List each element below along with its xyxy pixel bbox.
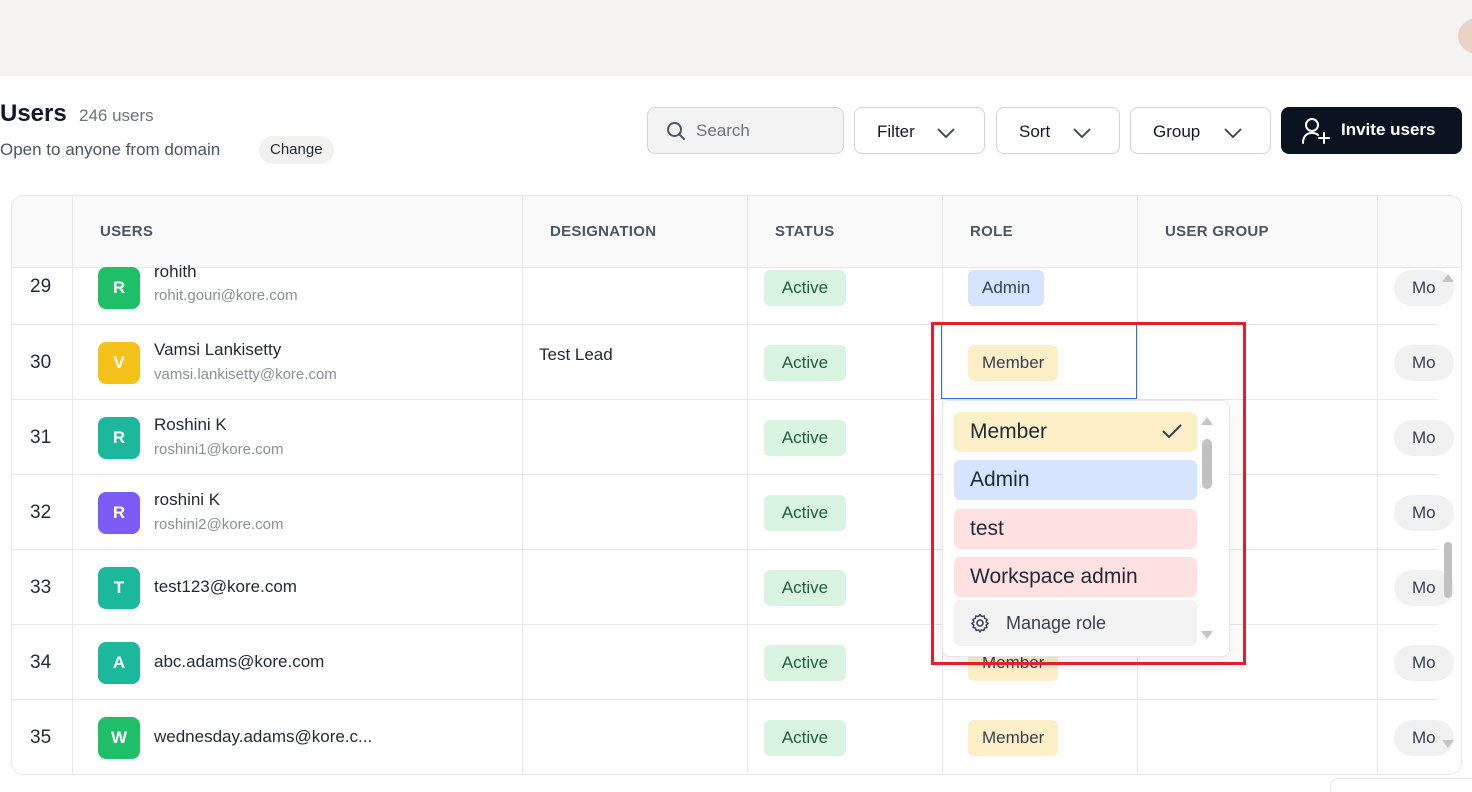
row-number: 34	[30, 652, 52, 673]
user-name: Vamsi Lankisetty	[154, 340, 282, 359]
user-name: test123@kore.com	[154, 577, 297, 596]
dropdown-scrollbar[interactable]	[1199, 415, 1215, 645]
user-email: rohit.gouri@kore.com	[154, 287, 298, 304]
column-header-designation[interactable]: DESIGNATION	[550, 223, 656, 240]
status-badge: Active	[764, 420, 846, 456]
bottom-panel-edge	[1330, 778, 1472, 792]
avatar: R	[98, 267, 140, 309]
top-bar	[0, 0, 1472, 76]
check-icon	[1162, 424, 1182, 439]
scroll-up-icon[interactable]	[1201, 417, 1213, 425]
user-name: Roshini K	[154, 415, 227, 434]
page-title: Users	[0, 100, 67, 127]
avatar: R	[98, 492, 140, 534]
table-scrollbar[interactable]	[1440, 270, 1456, 756]
row-number: 30	[30, 352, 52, 373]
avatar: R	[98, 417, 140, 459]
domain-access-text: Open to anyone from domain	[0, 140, 221, 159]
invite-users-label: Invite users	[1341, 120, 1436, 139]
users-table: USERS DESIGNATION STATUS ROLE USER GROUP…	[11, 195, 1462, 775]
table-row[interactable]: 35 W wednesday.adams@kore.c... Active Me…	[12, 700, 1454, 774]
row-number: 29	[30, 276, 52, 297]
status-badge: Active	[764, 720, 846, 756]
user-name: abc.adams@kore.com	[154, 652, 325, 671]
avatar: T	[98, 567, 140, 609]
row-number: 33	[30, 577, 52, 598]
user-email: roshini1@kore.com	[154, 441, 284, 458]
group-label: Group	[1153, 122, 1201, 141]
scroll-down-icon[interactable]	[1201, 631, 1213, 639]
chevron-down-icon	[1073, 128, 1091, 138]
scroll-down-icon[interactable]	[1442, 740, 1454, 748]
selected-role-cell[interactable]	[941, 323, 1137, 399]
profile-avatar[interactable]	[1458, 18, 1472, 54]
row-number: 32	[30, 502, 52, 523]
chevron-down-icon	[1224, 128, 1242, 138]
row-number: 31	[30, 427, 52, 448]
role-option-label: Workspace admin	[970, 565, 1138, 588]
row-number: 35	[30, 727, 52, 748]
table-row[interactable]: 29 R rohith rohit.gouri@kore.com Active …	[12, 250, 1454, 325]
group-button[interactable]: Group	[1130, 107, 1271, 154]
role-option-label: test	[970, 517, 1004, 540]
manage-role-button[interactable]: Manage role	[954, 600, 1197, 646]
change-domain-button[interactable]: Change	[259, 136, 334, 164]
search-input[interactable]: Search	[647, 107, 844, 154]
status-badge: Active	[764, 570, 846, 606]
search-icon	[667, 122, 685, 140]
avatar: A	[98, 642, 140, 684]
column-header-users[interactable]: USERS	[100, 223, 153, 240]
avatar: W	[98, 717, 140, 759]
role-option-label: Member	[970, 420, 1048, 443]
column-header-user-group[interactable]: USER GROUP	[1165, 223, 1269, 240]
user-plus-icon	[1302, 118, 1330, 144]
user-name: roshini K	[154, 490, 221, 509]
role-option-workspace-admin[interactable]: Workspace admin	[954, 557, 1197, 597]
user-email: vamsi.lankisetty@kore.com	[154, 366, 337, 383]
role-badge[interactable]: Admin	[968, 270, 1045, 306]
role-dropdown: Member Admin test Workspace admin Manage…	[942, 400, 1230, 657]
user-count: 246 users	[79, 106, 154, 125]
role-option-admin[interactable]: Admin	[954, 460, 1197, 500]
scroll-up-icon[interactable]	[1442, 274, 1454, 282]
column-header-role[interactable]: ROLE	[970, 223, 1013, 240]
sort-button[interactable]: Sort	[996, 107, 1120, 154]
filter-button[interactable]: Filter	[854, 107, 985, 154]
table-row[interactable]: 30 V Vamsi Lankisetty vamsi.lankisetty@k…	[12, 325, 1454, 400]
column-header-status[interactable]: STATUS	[775, 223, 835, 240]
status-badge: Active	[764, 270, 846, 306]
user-email: roshini2@kore.com	[154, 516, 284, 533]
scrollbar-thumb[interactable]	[1202, 439, 1212, 489]
filter-label: Filter	[877, 122, 915, 141]
search-placeholder: Search	[696, 121, 750, 140]
scrollbar-thumb[interactable]	[1444, 542, 1452, 598]
user-name: wednesday.adams@kore.c...	[154, 727, 373, 746]
status-badge: Active	[764, 645, 846, 681]
invite-users-button[interactable]: Invite users	[1281, 107, 1462, 154]
user-name: rohith	[154, 262, 197, 281]
role-option-test[interactable]: test	[954, 509, 1197, 549]
role-option-member[interactable]: Member	[954, 412, 1197, 452]
gear-icon	[971, 613, 989, 633]
role-option-label: Admin	[970, 468, 1030, 491]
role-badge[interactable]: Member	[968, 720, 1059, 756]
chevron-down-icon	[937, 128, 955, 138]
manage-role-label: Manage role	[1006, 613, 1107, 633]
avatar: V	[98, 342, 140, 384]
sort-label: Sort	[1019, 122, 1051, 141]
designation: Test Lead	[539, 345, 613, 364]
status-badge: Active	[764, 495, 846, 531]
status-badge: Active	[764, 345, 846, 381]
